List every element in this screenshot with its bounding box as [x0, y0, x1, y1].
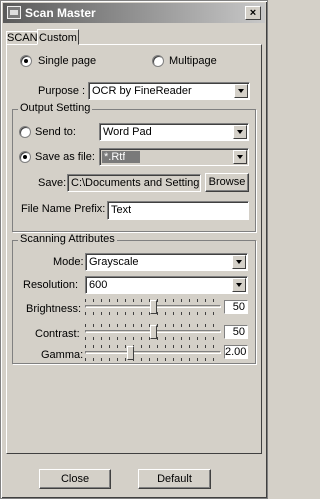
scanner-app-icon	[7, 6, 21, 19]
purpose-dropdown[interactable]: OCR by FineReader	[88, 82, 250, 100]
multipage-label: Multipage	[169, 55, 217, 67]
tab-scan[interactable]: SCAN	[6, 31, 38, 45]
mode-label: Mode:	[53, 256, 84, 268]
window-title: Scan Master	[25, 6, 96, 20]
tab-custom[interactable]: Custom	[37, 29, 79, 45]
gamma-slider[interactable]	[85, 345, 221, 361]
mode-value: Grayscale	[89, 256, 139, 268]
file-name-prefix-input[interactable]: Text	[107, 201, 249, 220]
contrast-slider[interactable]	[85, 324, 221, 340]
brightness-slider[interactable]	[85, 299, 221, 315]
resolution-dropdown[interactable]: 600	[85, 276, 248, 294]
save-path-field[interactable]: C:\Documents and Settings\Judi	[67, 174, 201, 192]
title-bar[interactable]: Scan Master ×	[3, 3, 265, 23]
browse-button[interactable]: Browse	[205, 173, 249, 192]
save-label: Save:	[38, 177, 67, 189]
single-page-radio[interactable]	[20, 55, 32, 67]
file-name-prefix-label: File Name Prefix:	[21, 203, 106, 215]
slider-thumb[interactable]	[150, 300, 157, 314]
custom-panel: Single page Multipage Purpose : OCR by F…	[6, 44, 262, 454]
brightness-value[interactable]: 50	[224, 300, 248, 314]
scanning-attributes-group: Scanning Attributes Mode: Grayscale Reso…	[12, 233, 256, 364]
single-page-label: Single page	[38, 55, 97, 67]
slider-track	[85, 351, 221, 354]
chevron-down-icon[interactable]	[233, 150, 247, 164]
close-window-button[interactable]: ×	[245, 6, 261, 20]
chevron-down-icon[interactable]	[232, 255, 246, 269]
file-type-dropdown[interactable]: *.Rtf	[99, 148, 249, 166]
resolution-label: Resolution:	[23, 279, 79, 291]
resolution-value: 600	[89, 279, 108, 291]
gamma-label: Gamma:	[41, 349, 84, 361]
file-type-value: *.Rtf	[104, 151, 126, 163]
scanning-attributes-label: Scanning Attributes	[18, 233, 117, 245]
chevron-down-icon[interactable]	[234, 84, 248, 98]
purpose-value: OCR by FineReader	[92, 85, 192, 97]
file-name-prefix-value: Text	[111, 204, 132, 216]
contrast-value[interactable]: 50	[224, 325, 248, 339]
chevron-down-icon[interactable]	[232, 278, 246, 292]
save-path-value: C:\Documents and Settings\Judi	[71, 177, 199, 189]
default-button[interactable]: Default	[138, 469, 211, 489]
gamma-value[interactable]: 2.00	[224, 345, 248, 359]
scan-master-window: Scan Master × SCAN Custom Single page Mu…	[0, 0, 268, 499]
save-as-file-radio[interactable]	[19, 151, 31, 163]
radio-selected-dot	[23, 155, 27, 159]
brightness-label: Brightness:	[26, 303, 82, 315]
slider-ticks	[85, 358, 221, 361]
radio-selected-dot	[24, 59, 28, 63]
slider-thumb[interactable]	[150, 325, 157, 339]
output-setting-label: Output Setting	[18, 102, 93, 114]
send-to-label: Send to:	[35, 126, 76, 138]
send-to-value: Word Pad	[103, 126, 152, 138]
contrast-label: Contrast:	[35, 328, 80, 340]
output-setting-group: Output Setting Send to: Word Pad Save as…	[12, 102, 256, 232]
purpose-label: Purpose :	[38, 85, 86, 97]
mode-dropdown[interactable]: Grayscale	[85, 253, 248, 271]
slider-thumb[interactable]	[126, 346, 134, 360]
file-type-selection: *.Rtf	[102, 151, 140, 163]
send-to-radio[interactable]	[19, 126, 31, 138]
slider-ticks	[85, 345, 221, 348]
multipage-radio[interactable]	[152, 55, 164, 67]
chevron-down-icon[interactable]	[233, 125, 247, 139]
send-to-dropdown[interactable]: Word Pad	[99, 123, 249, 141]
close-button[interactable]: Close	[39, 469, 111, 489]
save-as-file-label: Save as file:	[35, 151, 95, 163]
